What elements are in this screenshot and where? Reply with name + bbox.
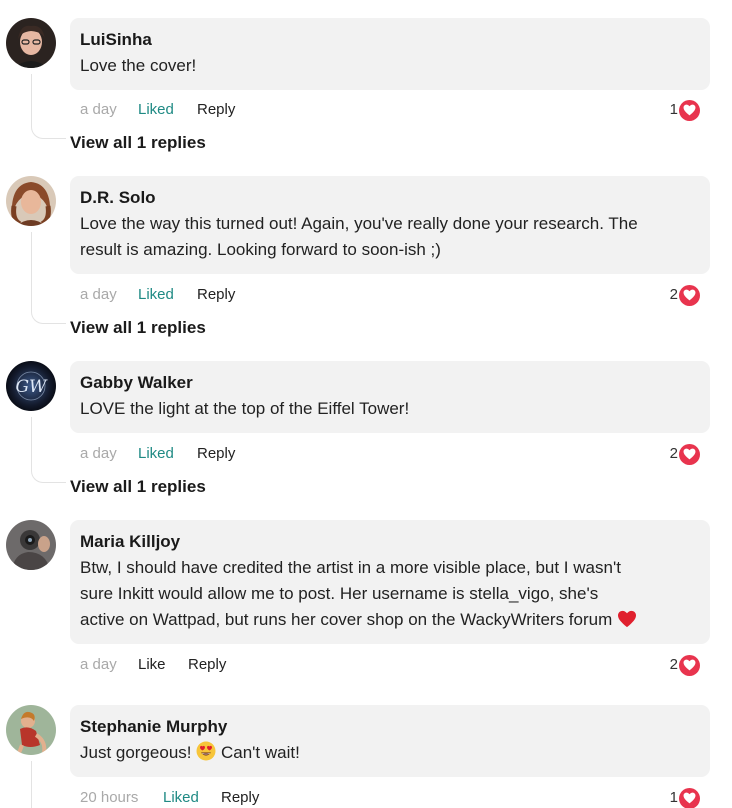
reply-button[interactable]: Reply [197, 443, 235, 465]
comment-bubble: Maria Killjoy Btw, I should have credite… [70, 520, 710, 644]
avatar-monogram: GW [15, 377, 48, 397]
red-heart-emoji [617, 610, 637, 636]
avatar[interactable] [6, 176, 56, 226]
heart-icon[interactable] [679, 443, 700, 465]
like-count[interactable]: 2 [670, 443, 700, 465]
comment-text: Love the cover! [80, 56, 197, 75]
like-count[interactable]: 1 [670, 99, 700, 121]
avatar[interactable] [6, 18, 56, 68]
like-button[interactable]: Liked [138, 99, 174, 121]
comment-bubble: LuiSinha Love the cover! [70, 18, 710, 90]
heart-icon[interactable] [679, 284, 700, 306]
view-replies-link[interactable]: View all 1 replies [70, 317, 206, 339]
thread-line [31, 417, 66, 483]
comment-actions: a day Liked Reply 2 [80, 284, 700, 306]
comment-text-after-emoji: Can't wait! [220, 743, 300, 762]
comment-author[interactable]: Stephanie Murphy [80, 716, 700, 738]
like-count[interactable]: 2 [670, 654, 700, 676]
like-count[interactable]: 1 [670, 787, 700, 808]
comment-author[interactable]: Gabby Walker [80, 372, 700, 394]
thread-line [31, 232, 66, 324]
reply-button[interactable]: Reply [221, 787, 259, 808]
reply-button[interactable]: Reply [188, 654, 226, 676]
heart-icon[interactable] [679, 99, 700, 121]
comment-bubble: Stephanie Murphy Just gorgeous! Can't wa… [70, 705, 710, 777]
comment-actions: a day Liked Reply 1 [80, 99, 700, 121]
like-button[interactable]: Liked [138, 284, 174, 306]
view-replies-link[interactable]: View all 1 replies [70, 132, 206, 154]
like-count-value: 2 [669, 286, 678, 303]
comment-time: a day [80, 286, 117, 303]
comment-time: a day [80, 656, 117, 673]
avatar[interactable] [6, 520, 56, 570]
comment-text: LOVE the light at the top of the Eiffel … [80, 399, 410, 418]
like-count-value: 2 [669, 445, 678, 462]
thread-line [31, 761, 66, 808]
comment-author[interactable]: D.R. Solo [80, 187, 700, 209]
like-button[interactable]: Like [138, 654, 166, 676]
reply-button[interactable]: Reply [197, 99, 235, 121]
comment-text: Just gorgeous! Can't wait! [80, 740, 700, 769]
heart-icon[interactable] [679, 654, 700, 676]
comment-time: a day [80, 101, 117, 118]
like-count-value: 1 [669, 101, 678, 118]
comment-author[interactable]: Maria Killjoy [80, 531, 700, 553]
comment-actions: 20 hours Liked Reply 1 [80, 787, 700, 808]
thread-line [31, 74, 66, 139]
view-replies-link[interactable]: View all 1 replies [70, 476, 206, 498]
reply-button[interactable]: Reply [197, 284, 235, 306]
comment-time: a day [80, 445, 117, 462]
comment-text-line: Btw, I should have credited the artist i… [80, 558, 621, 577]
like-count-value: 1 [669, 789, 678, 806]
comment-text-line-with-emoji: active on Wattpad, but runs her cover sh… [80, 607, 700, 636]
like-count[interactable]: 2 [670, 284, 700, 306]
comment-time: 20 hours [80, 789, 139, 806]
comment-text-line: Love the way this turned out! Again, you… [80, 214, 638, 233]
heart-icon[interactable] [679, 787, 700, 808]
comment-bubble: D.R. Solo Love the way this turned out! … [70, 176, 710, 274]
comment-actions: a day Like Reply 2 [80, 654, 700, 676]
avatar[interactable]: GW [6, 361, 56, 411]
heart-eyes-emoji [196, 741, 216, 769]
comment-text-before-emoji: Just gorgeous! [80, 743, 192, 762]
comment-feed: LuiSinha Love the cover! a day Liked Rep… [0, 0, 732, 808]
like-button[interactable]: Liked [163, 787, 199, 808]
comment-bubble: Gabby Walker LOVE the light at the top o… [70, 361, 710, 433]
comment-text-line: active on Wattpad, but runs her cover sh… [80, 610, 613, 629]
avatar[interactable] [6, 705, 56, 755]
comment-actions: a day Liked Reply 2 [80, 443, 700, 465]
comment-text-line: result is amazing. Looking forward to so… [80, 240, 441, 259]
like-count-value: 2 [669, 656, 678, 673]
comment-author[interactable]: LuiSinha [80, 29, 700, 51]
comment-text-line: sure Inkitt would allow me to post. Her … [80, 584, 599, 603]
like-button[interactable]: Liked [138, 443, 174, 465]
